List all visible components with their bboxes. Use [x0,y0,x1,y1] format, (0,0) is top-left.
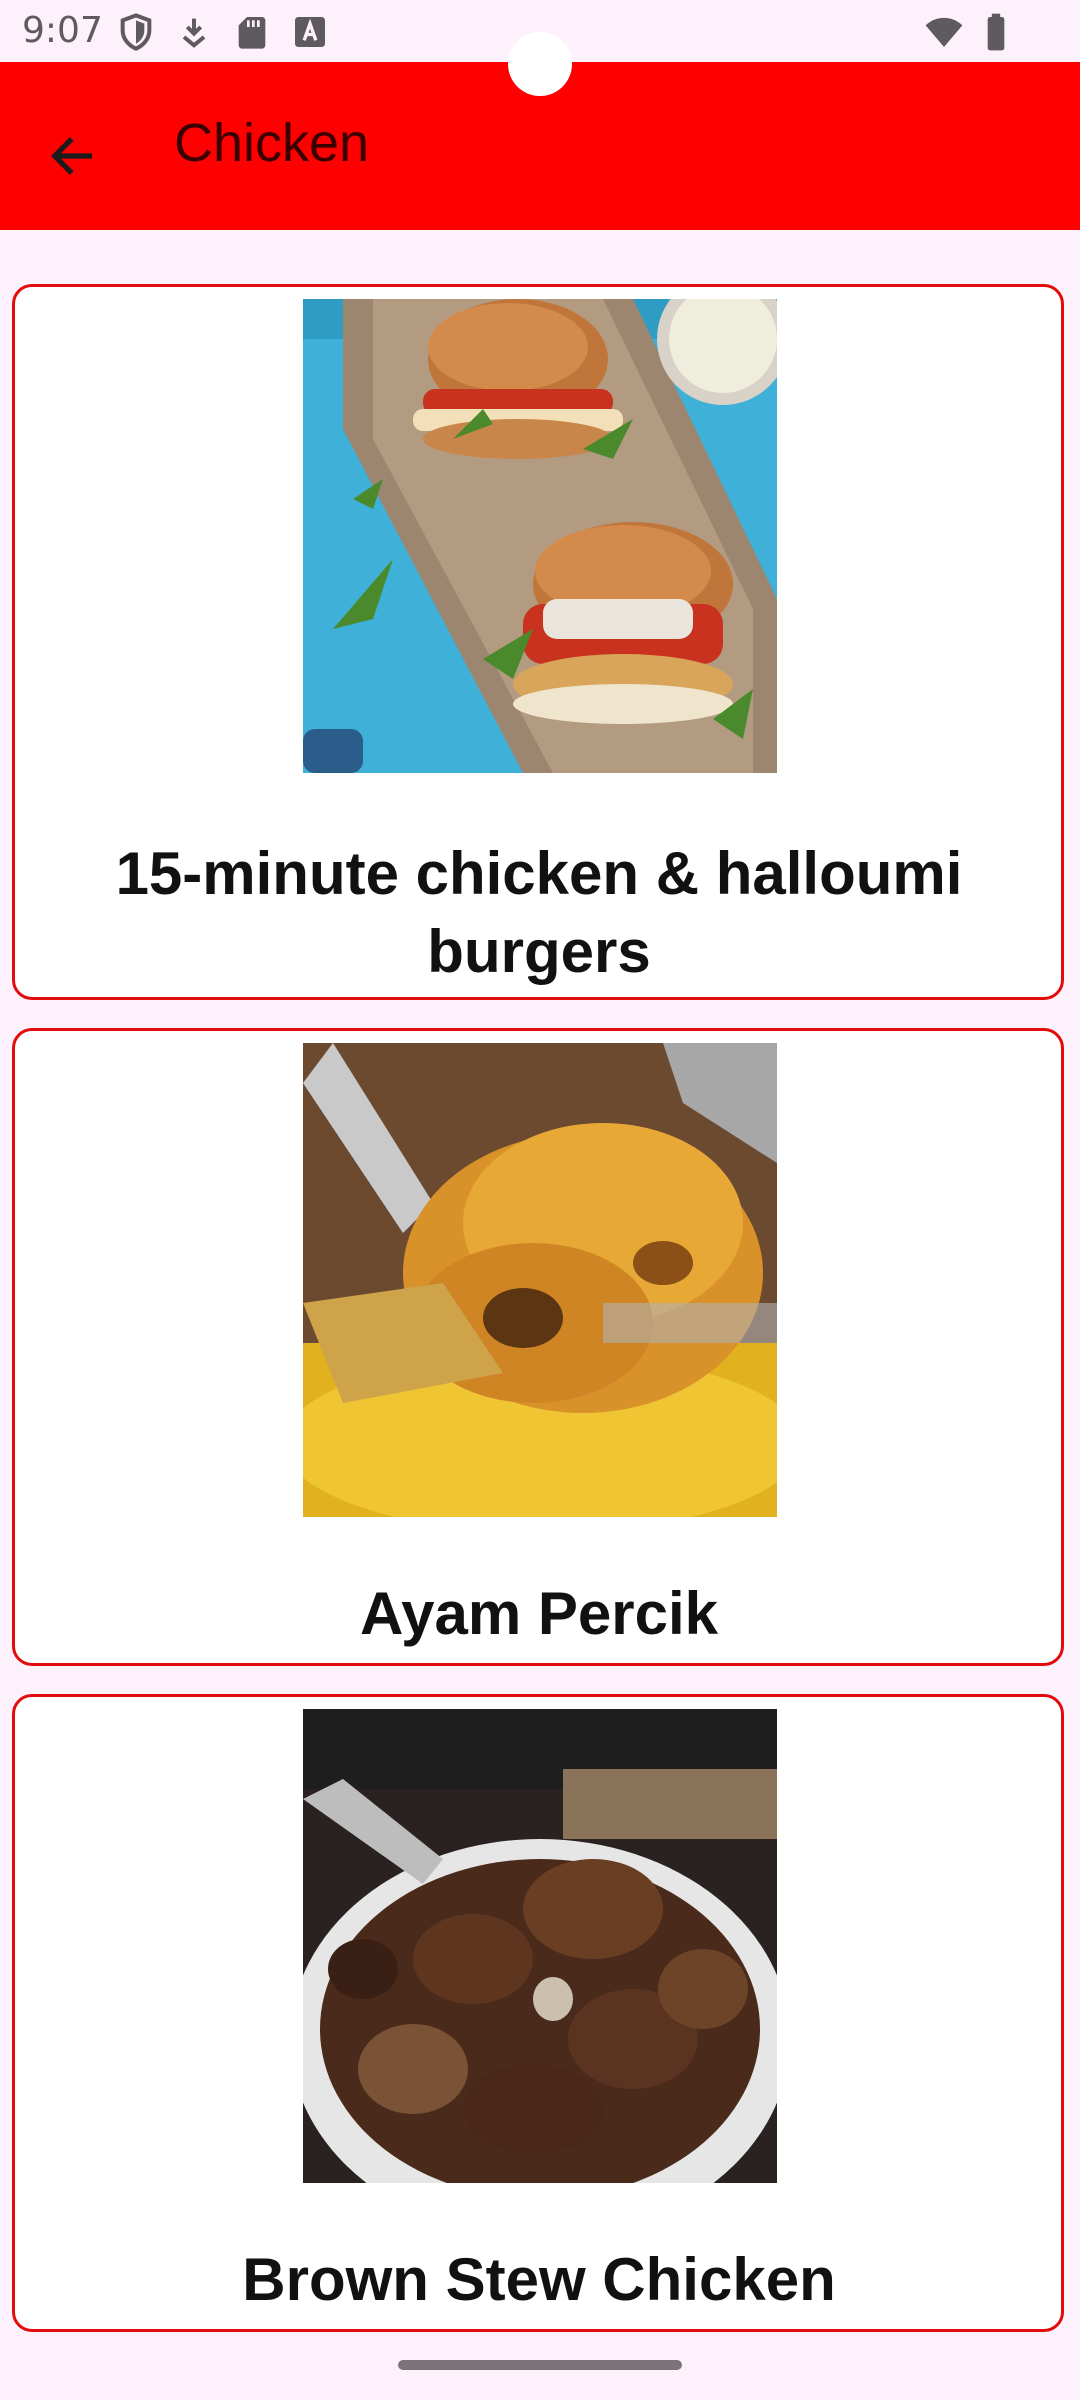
sd-card-icon [238,17,266,49]
status-time: 9:07 [22,10,103,51]
recipe-card[interactable]: Ayam Percik [12,1028,1064,1666]
recipe-title: 15-minute chicken & halloumi burgers [115,840,963,985]
back-button[interactable] [32,116,112,196]
camera-cutout [508,32,572,96]
download-icon [182,18,206,48]
wifi-icon [925,17,963,47]
recipe-image [303,1709,777,2183]
battery-icon [987,13,1005,51]
recipe-image [303,1043,777,1517]
recipe-card[interactable]: Brown Stew Chicken [12,1694,1064,2332]
navigation-handle[interactable] [398,2360,682,2370]
recipe-image [303,299,777,773]
arrow-left-icon [50,137,92,175]
page-title: Chicken [174,113,370,173]
shield-icon [120,13,152,51]
recipe-card[interactable]: 15-minute chicken & halloumi burgers [12,284,1064,1000]
recipe-title: Brown Stew Chicken [242,2246,836,2313]
font-a-icon [295,17,325,47]
recipe-title: Ayam Percik [359,1580,718,1647]
